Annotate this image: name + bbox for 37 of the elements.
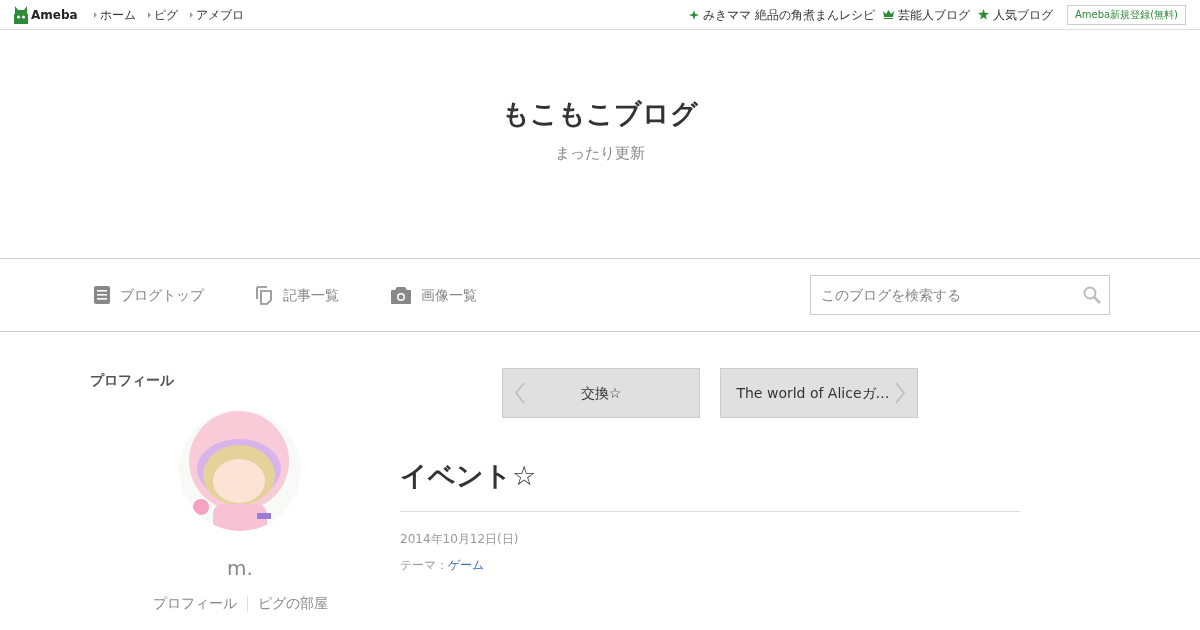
triangle-icon	[147, 11, 151, 18]
crown-icon	[883, 10, 894, 19]
menu-link[interactable]: 画像一覧	[391, 284, 477, 306]
next-entry-button[interactable]: The world of Aliceガ…	[720, 368, 918, 418]
chevron-left-icon	[515, 382, 525, 404]
search-icon[interactable]	[1083, 286, 1101, 304]
theme-label: テーマ：	[400, 556, 448, 574]
triangle-icon	[93, 11, 97, 18]
pages-icon	[256, 285, 273, 305]
signup-button[interactable]: Ameba新規登録(無料)	[1067, 4, 1186, 25]
previous-entry-button[interactable]: 交換☆	[502, 368, 700, 418]
entry-title: イベント☆	[400, 456, 1020, 512]
entry-date: 2014年10月12日(日)	[400, 530, 520, 548]
profile-name[interactable]: m.	[227, 553, 253, 583]
theme-link[interactable]: ゲーム	[448, 555, 484, 574]
blog-subtitle: まったり更新	[555, 143, 645, 164]
menu-link[interactable]: 記事一覧	[256, 284, 339, 306]
profile-heading: プロフィール	[90, 371, 175, 390]
chevron-right-icon	[895, 382, 905, 404]
document-icon	[94, 286, 110, 304]
ameba-logo[interactable]: Ameba	[14, 5, 78, 24]
header-link[interactable]: 人気ブログ	[978, 5, 1053, 24]
blog-title[interactable]: もこもこブログ	[502, 93, 698, 134]
search-field[interactable]: このブログを検索する	[810, 275, 1110, 315]
camera-icon	[391, 286, 411, 304]
nav-link[interactable]: ピグ	[153, 5, 178, 24]
header-link[interactable]: みきママ 絶品の角煮まんレシピ	[689, 5, 875, 24]
nav-link[interactable]: ホーム	[99, 5, 136, 24]
sparkle-icon	[689, 9, 700, 20]
menu-link[interactable]: ブログトップ	[94, 284, 204, 306]
profile-link[interactable]: プロフィール	[152, 593, 237, 614]
header-link[interactable]: 芸能人ブログ	[883, 5, 970, 24]
profile-link[interactable]: ピグの部屋	[257, 593, 328, 614]
triangle-icon	[189, 11, 193, 18]
logo-icon	[14, 5, 28, 24]
nav-link[interactable]: アメブロ	[195, 5, 244, 24]
star-icon	[978, 9, 989, 20]
